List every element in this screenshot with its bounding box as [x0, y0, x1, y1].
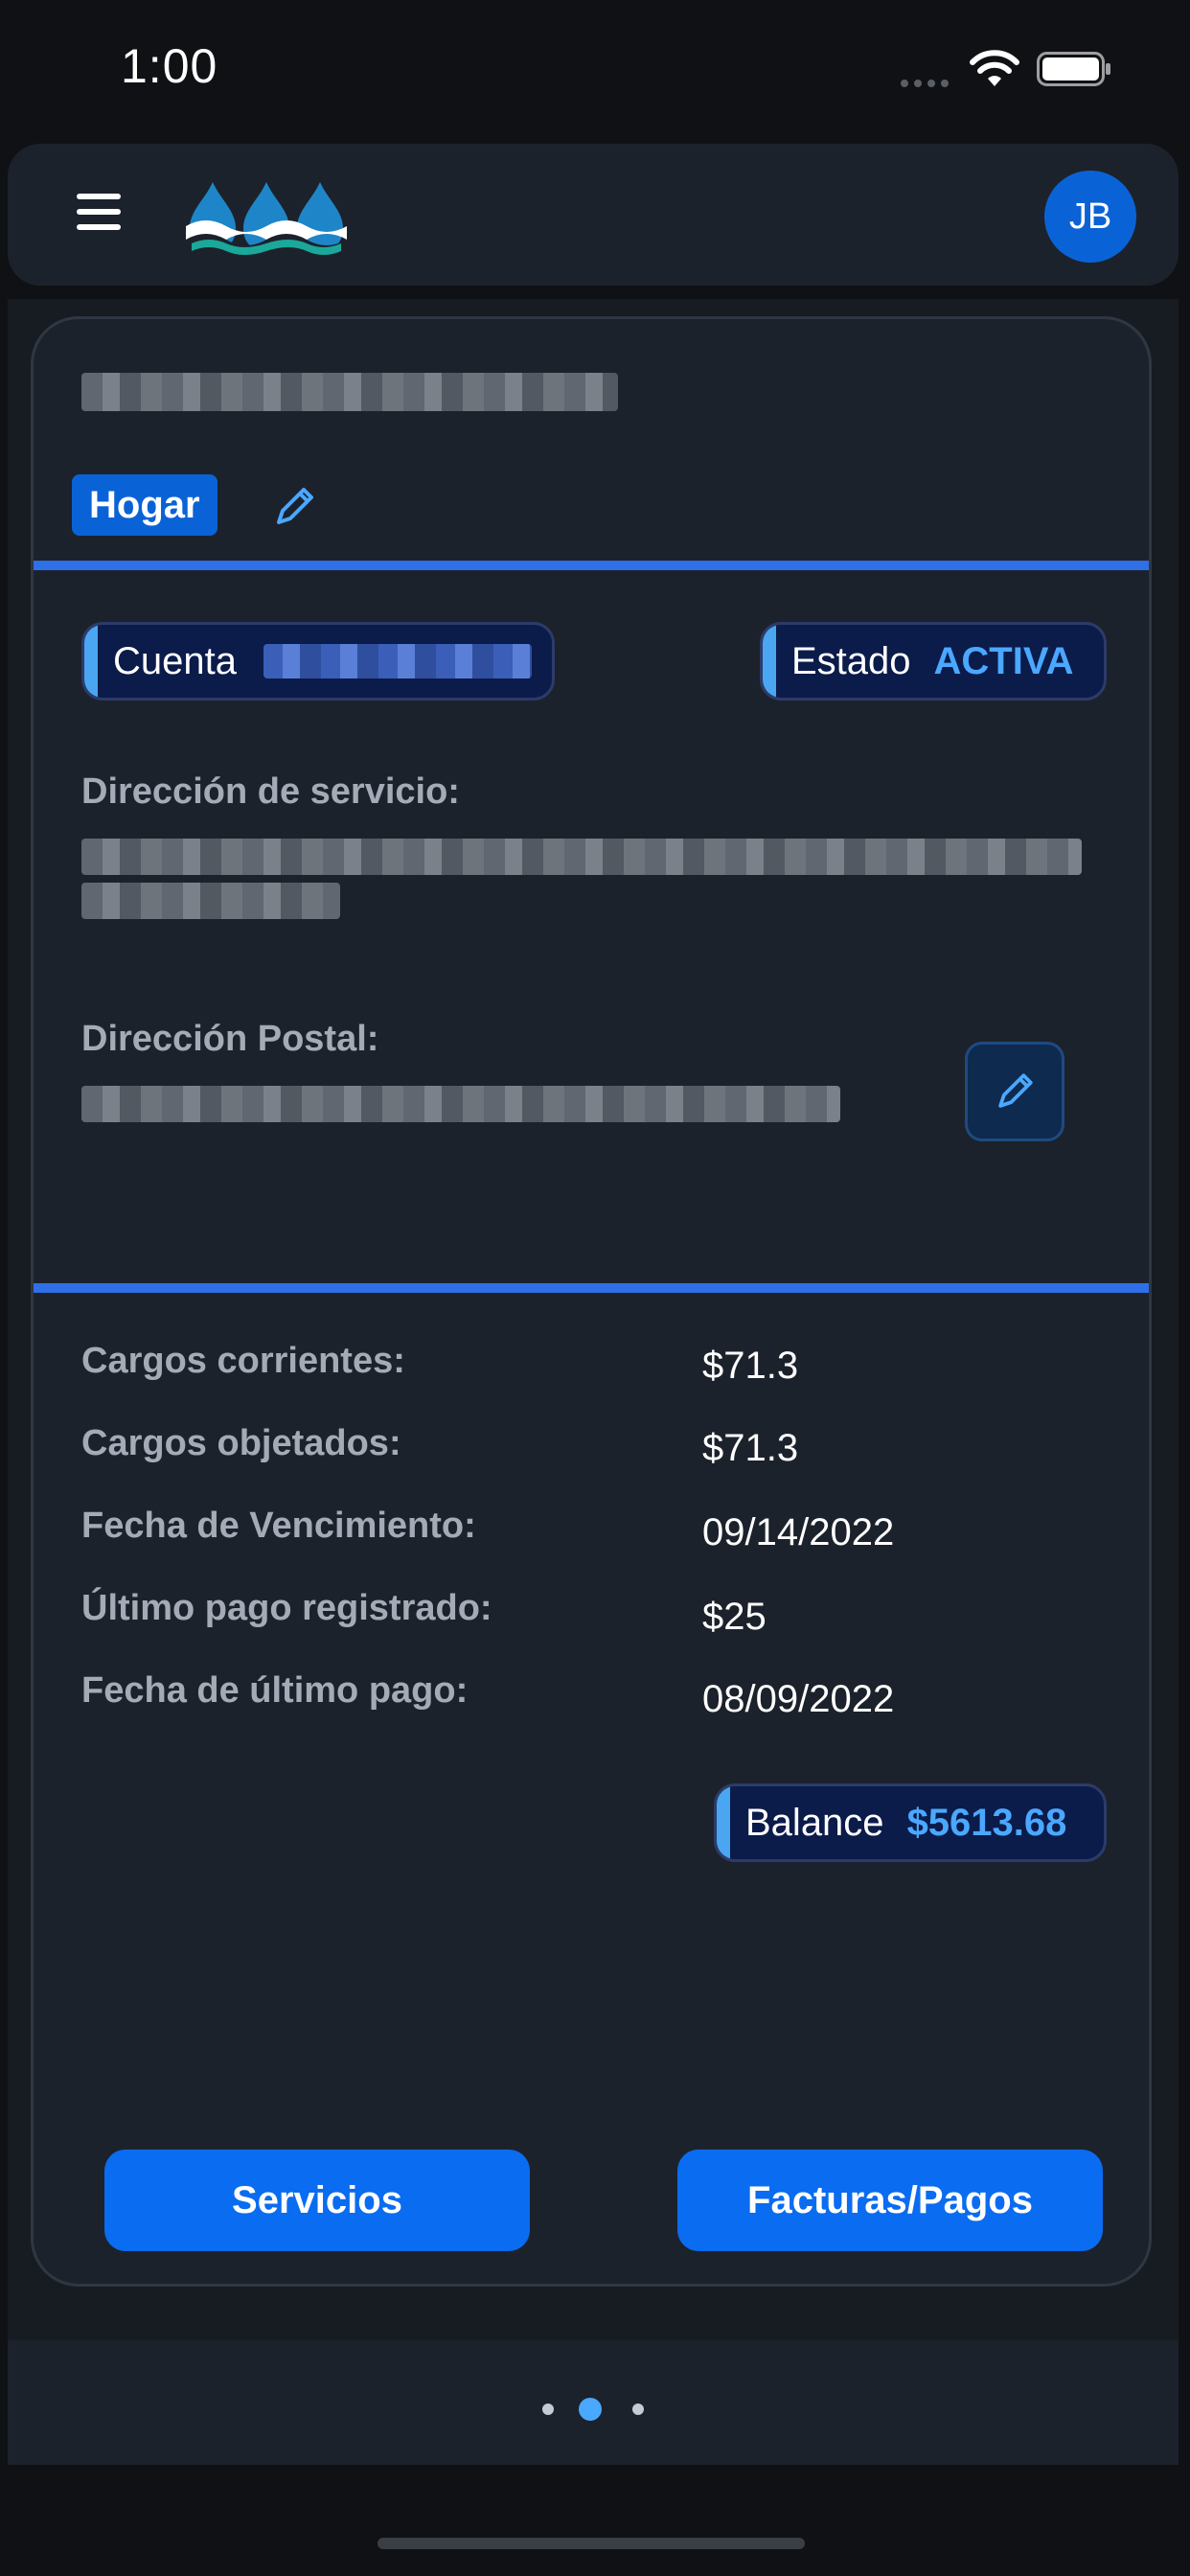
balance-label: Balance	[745, 1801, 884, 1844]
pencil-icon	[998, 1073, 1033, 1108]
status-time: 1:00	[121, 39, 218, 93]
status-bar: 1:00	[0, 0, 1190, 144]
page-dot-active[interactable]	[579, 2398, 602, 2421]
bills-payments-button[interactable]: Facturas/Pagos	[677, 2150, 1103, 2251]
account-holder-name-redacted	[81, 373, 618, 411]
disputed-charges-label: Cargos objetados:	[81, 1423, 401, 1463]
app-header: JB	[8, 144, 1179, 286]
current-charges-label: Cargos corrientes:	[81, 1341, 405, 1381]
service-address-redacted-line2	[81, 883, 340, 919]
last-payment-value: $25	[702, 1596, 767, 1638]
status-label: Estado	[791, 639, 911, 682]
account-number-pill: Cuenta	[81, 622, 555, 701]
service-address-label: Dirección de servicio:	[81, 771, 460, 812]
balance-value: $5613.68	[906, 1801, 1067, 1844]
due-date-label: Fecha de Vencimiento:	[81, 1506, 476, 1546]
pencil-icon[interactable]	[265, 478, 323, 536]
account-number-redacted	[263, 644, 532, 678]
page-indicator-bar	[8, 2340, 1179, 2465]
status-badge: ACTIVA	[933, 639, 1074, 682]
signal-icon	[901, 75, 956, 87]
last-payment-label: Último pago registrado:	[81, 1588, 492, 1628]
home-indicator[interactable]	[378, 2538, 805, 2549]
postal-address-label: Dirección Postal:	[81, 1019, 379, 1059]
account-card: Hogar Cuenta Estado ACTIVA Dirección de …	[31, 316, 1152, 2287]
current-charges-value: $71.3	[702, 1345, 799, 1387]
logo-icon	[186, 182, 347, 263]
due-date-value: 09/14/2022	[702, 1511, 895, 1553]
section-divider	[34, 561, 1149, 570]
status-pill: Estado ACTIVA	[760, 622, 1107, 701]
section-divider	[34, 1283, 1149, 1293]
wifi-icon	[970, 50, 1019, 86]
battery-icon	[1037, 52, 1110, 86]
balance-pill: Balance $5613.68	[714, 1783, 1107, 1862]
avatar[interactable]: JB	[1044, 171, 1136, 263]
disputed-charges-value: $71.3	[702, 1427, 799, 1469]
page-dot[interactable]	[542, 2404, 554, 2415]
edit-postal-address-button[interactable]	[965, 1042, 1064, 1141]
menu-icon[interactable]	[77, 194, 136, 236]
last-payment-date-value: 08/09/2022	[702, 1678, 895, 1720]
page-dot[interactable]	[632, 2404, 644, 2415]
last-payment-date-label: Fecha de último pago:	[81, 1670, 469, 1711]
account-nickname-tag: Hogar	[72, 474, 217, 536]
account-label: Cuenta	[113, 639, 237, 682]
services-button[interactable]: Servicios	[104, 2150, 530, 2251]
postal-address-redacted	[81, 1086, 840, 1122]
service-address-redacted	[81, 839, 1082, 875]
